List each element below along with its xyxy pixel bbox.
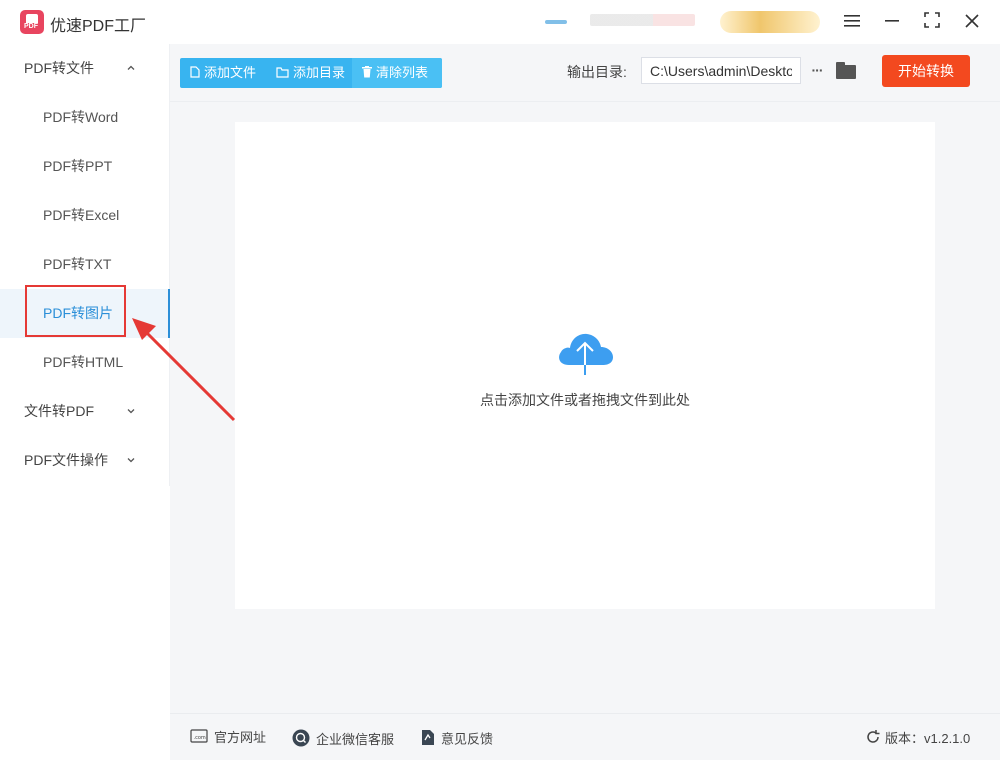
drop-zone-hint: 点击添加文件或者拖拽文件到此处	[480, 392, 690, 408]
sidebar-group-pdf-operations[interactable]: PDF文件操作	[0, 436, 170, 485]
wechat-service-link[interactable]: 企业微信客服	[292, 729, 394, 747]
user-avatar	[545, 20, 567, 24]
trash-icon	[362, 58, 372, 88]
user-info	[590, 14, 695, 26]
output-directory-input[interactable]	[641, 57, 801, 84]
version-label: 版本：v1.2.1.0	[885, 730, 971, 746]
cloud-upload-icon	[559, 333, 613, 375]
version-info: 版本：v1.2.1.0	[865, 729, 970, 747]
file-icon	[190, 58, 200, 88]
add-directory-label: 添加目录	[293, 65, 346, 80]
add-directory-button[interactable]: 添加目录	[276, 58, 345, 88]
sidebar: PDF转文件 PDF转Word PDF转PPT PDF转Excel PDF转TX…	[0, 44, 170, 486]
app-title: 优速PDF工厂	[50, 18, 147, 35]
sidebar-item-pdf-to-word[interactable]: PDF转Word	[0, 93, 170, 142]
file-drop-zone[interactable]: 点击添加文件或者拖拽文件到此处	[235, 122, 935, 609]
sidebar-group-file-to-pdf[interactable]: 文件转PDF	[0, 387, 170, 436]
sidebar-group-label: PDF文件操作	[24, 452, 108, 468]
sidebar-item-pdf-to-image[interactable]: PDF转图片	[0, 289, 170, 338]
feedback-link[interactable]: 意见反馈	[420, 729, 493, 747]
official-website-label: 官方网址	[214, 730, 267, 745]
chevron-down-icon	[126, 387, 136, 436]
clear-list-label: 清除列表	[376, 65, 429, 80]
sidebar-group-pdf-to-file[interactable]: PDF转文件	[0, 44, 170, 93]
svg-text:.com: .com	[194, 735, 206, 741]
maximize-icon[interactable]	[920, 10, 944, 34]
website-icon: .com	[190, 729, 208, 748]
start-conversion-button[interactable]: 开始转换	[882, 55, 970, 87]
close-icon[interactable]	[960, 10, 984, 34]
sidebar-item-pdf-to-html[interactable]: PDF转HTML	[0, 338, 170, 387]
main-panel: 添加文件 添加目录 清除列表 输出目录: ··· 开始转换 点击添加文件或者拖拽…	[170, 44, 1000, 760]
vip-button[interactable]	[720, 11, 820, 33]
footer: .com 官方网址 企业微信客服 意见反馈 版本：v1.2.1.0	[170, 713, 1000, 760]
add-file-label: 添加文件	[204, 65, 257, 80]
file-toolbar: 添加文件 添加目录 清除列表	[180, 58, 442, 88]
clear-list-button[interactable]: 清除列表	[352, 58, 442, 88]
more-options-button[interactable]: ···	[806, 58, 828, 82]
sidebar-item-pdf-to-ppt[interactable]: PDF转PPT	[0, 142, 170, 191]
feedback-icon	[420, 729, 435, 751]
hamburger-icon[interactable]	[840, 10, 864, 34]
feedback-label: 意见反馈	[441, 731, 494, 747]
output-directory-label: 输出目录:	[567, 64, 627, 80]
official-website-link[interactable]: .com 官方网址	[190, 729, 266, 747]
toolbar-divider	[170, 101, 1000, 102]
refresh-icon	[865, 729, 881, 750]
chevron-up-icon	[126, 44, 136, 93]
user-account[interactable]	[545, 10, 700, 34]
chevron-down-icon	[126, 436, 136, 485]
minimize-icon[interactable]	[880, 10, 904, 34]
wechat-service-label: 企业微信客服	[316, 731, 395, 747]
title-bar: 优速PDF工厂	[0, 0, 1000, 44]
sidebar-group-label: PDF转文件	[24, 60, 94, 76]
folder-icon	[276, 58, 289, 88]
sidebar-group-label: 文件转PDF	[24, 403, 94, 419]
add-file-button[interactable]: 添加文件	[190, 58, 256, 88]
open-folder-icon[interactable]	[836, 62, 858, 80]
sidebar-item-pdf-to-txt[interactable]: PDF转TXT	[0, 240, 170, 289]
app-logo-icon	[20, 10, 44, 34]
sidebar-item-pdf-to-excel[interactable]: PDF转Excel	[0, 191, 170, 240]
wechat-service-icon	[292, 729, 310, 752]
